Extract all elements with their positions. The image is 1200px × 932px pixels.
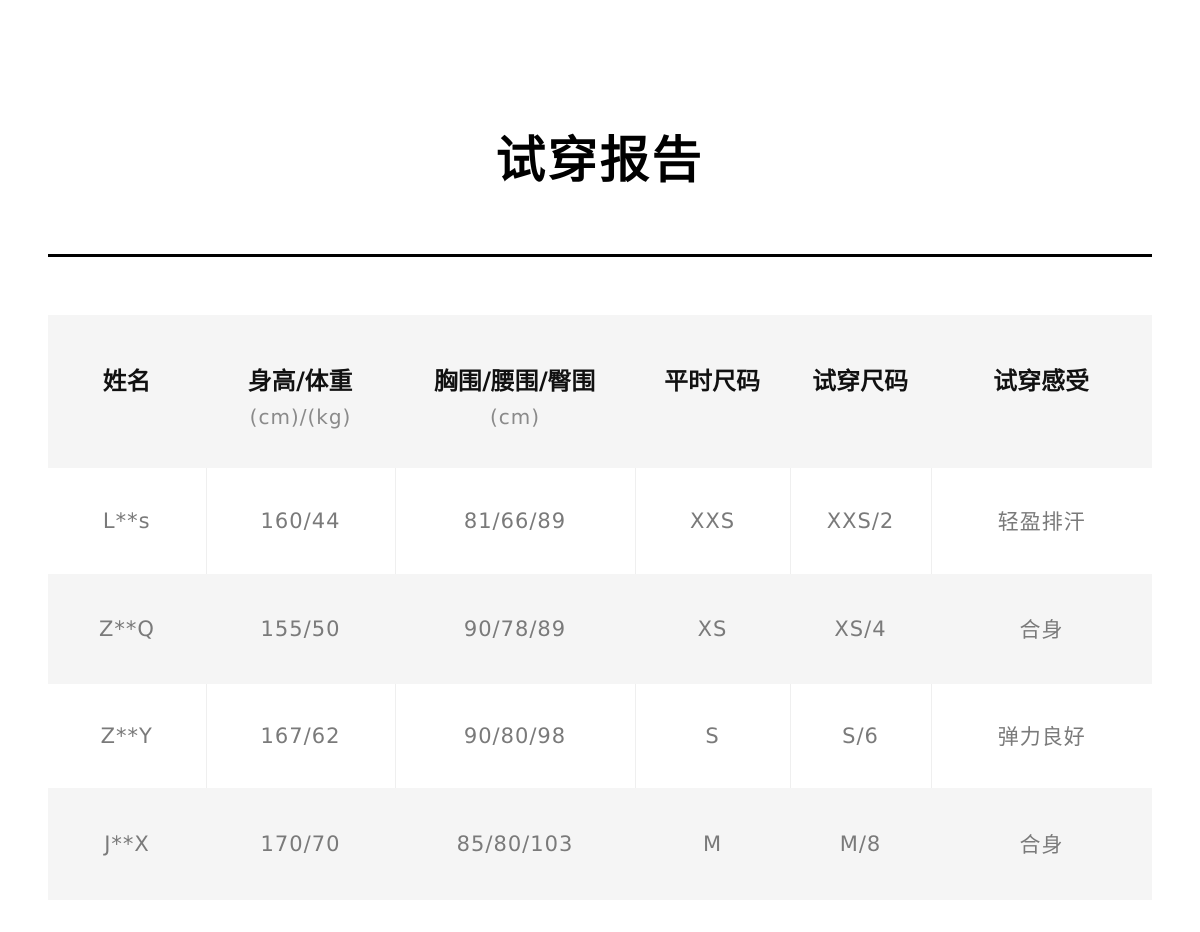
header-label: 姓名 bbox=[103, 367, 151, 395]
cell-name: Z**Y bbox=[100, 724, 153, 748]
cell-measurements: 90/78/89 bbox=[463, 617, 567, 641]
cell-measurements: 90/80/98 bbox=[394, 684, 635, 788]
title-divider bbox=[48, 254, 1152, 257]
header-feedback: 试穿感受 bbox=[931, 315, 1152, 468]
cell-feedback: 弹力良好 bbox=[930, 684, 1152, 788]
table-header-row: 姓名 身高/体重 (cm)/(kg) 胸围/腰围/臀围 (cm) 平时尺码 试穿… bbox=[48, 315, 1152, 468]
cell-height-weight: 155/50 bbox=[260, 617, 341, 641]
cell-usual-size: M bbox=[702, 832, 723, 856]
header-unit: (cm) bbox=[489, 405, 541, 429]
cell-usual-size: XXS bbox=[634, 468, 790, 574]
header-usual-size: 平时尺码 bbox=[635, 315, 790, 468]
cell-name: Z**Q bbox=[99, 617, 155, 641]
cell-feedback: 合身 bbox=[1019, 833, 1064, 857]
cell-usual-size: XS bbox=[697, 617, 728, 641]
cell-feedback: 合身 bbox=[1019, 618, 1064, 642]
table-row: J**X 170/70 85/80/103 M M/8 合身 bbox=[48, 788, 1152, 900]
cell-feedback: 轻盈排汗 bbox=[930, 468, 1152, 574]
cell-trial-size: M/8 bbox=[839, 832, 882, 856]
table-row: Z**Q 155/50 90/78/89 XS XS/4 合身 bbox=[48, 574, 1152, 684]
cell-name: L**s bbox=[102, 509, 151, 533]
header-height-weight: 身高/体重 (cm)/(kg) bbox=[206, 315, 395, 468]
cell-name: J**X bbox=[104, 832, 150, 856]
header-label: 身高/体重 bbox=[248, 367, 353, 395]
header-unit: (cm)/(kg) bbox=[249, 405, 352, 429]
cell-trial-size: XXS/2 bbox=[789, 468, 931, 574]
header-label: 试穿尺码 bbox=[812, 367, 909, 395]
header-label: 试穿感受 bbox=[993, 367, 1090, 395]
cell-height-weight: 160/44 bbox=[205, 468, 395, 574]
cell-height-weight: 167/62 bbox=[205, 684, 395, 788]
cell-measurements: 85/80/103 bbox=[456, 832, 574, 856]
cell-trial-size: XS/4 bbox=[834, 617, 887, 641]
cell-measurements: 81/66/89 bbox=[394, 468, 635, 574]
cell-height-weight: 170/70 bbox=[260, 832, 341, 856]
table-row: Z**Y 167/62 90/80/98 S S/6 弹力良好 bbox=[48, 684, 1152, 788]
header-measurements: 胸围/腰围/臀围 (cm) bbox=[395, 315, 635, 468]
cell-usual-size: S bbox=[634, 684, 790, 788]
fitting-report-table: 姓名 身高/体重 (cm)/(kg) 胸围/腰围/臀围 (cm) 平时尺码 试穿… bbox=[48, 315, 1152, 900]
cell-trial-size: S/6 bbox=[789, 684, 931, 788]
header-name: 姓名 bbox=[48, 315, 206, 468]
header-label: 胸围/腰围/臀围 bbox=[434, 367, 596, 395]
table-row: L**s 160/44 81/66/89 XXS XXS/2 轻盈排汗 bbox=[48, 468, 1152, 574]
page-title: 试穿报告 bbox=[496, 131, 704, 189]
header-label: 平时尺码 bbox=[664, 367, 761, 395]
header-trial-size: 试穿尺码 bbox=[790, 315, 931, 468]
